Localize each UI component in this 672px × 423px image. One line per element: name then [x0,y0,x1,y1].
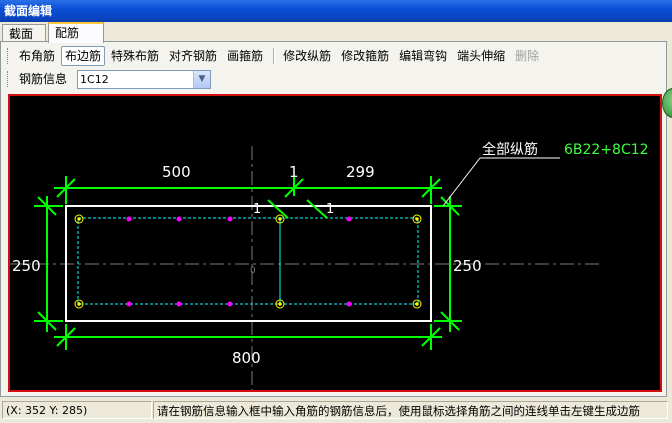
toolbar-separator [273,48,276,64]
rebar-side[interactable] [346,216,352,222]
dim-inner-right[interactable]: 1 [326,202,334,217]
dim-left[interactable]: 250 [12,257,41,275]
rebar-info-value: 1C12 [80,72,109,86]
rebar-side[interactable] [126,216,132,222]
origin-label: 0 [250,266,256,276]
stirrup-left[interactable] [77,217,281,305]
leader-value[interactable]: 6B22+8C12 [564,142,649,158]
dimension-lines [34,176,462,350]
dim-top-left[interactable]: 500 [162,163,191,181]
window-title: 截面编辑 [4,4,53,18]
tab-strip: 截面 配筋 [0,22,672,43]
status-message: 请在钢筋信息输入框中输入角筋的钢筋信息后，使用鼠标选择角筋之间的连线单击左键生成… [153,401,668,419]
dim-top-mid[interactable]: 1 [289,163,299,181]
dim-right[interactable]: 250 [453,257,482,275]
rebar-toolbar: 布角筋 布边筋 特殊布筋 对齐钢筋 画箍筋 修改纵筋 修改箍筋 编辑弯钩 端头伸… [7,45,545,67]
tab-reinforcement[interactable]: 配筋 [48,22,104,43]
special-bar-button[interactable]: 特殊布筋 [107,46,163,66]
corner-bar-button[interactable]: 布角筋 [15,46,59,66]
align-bar-button[interactable]: 对齐钢筋 [165,46,221,66]
edit-longitudinal-button[interactable]: 修改纵筋 [279,46,335,66]
delete-button[interactable]: 删除 [511,46,543,66]
toolbar-grip[interactable] [7,48,11,64]
status-bar: (X: 352 Y: 285) 请在钢筋信息输入框中输入角筋的钢筋信息后，使用鼠… [0,399,672,423]
section-drawing: 0 500 1 299 1 1 250 250 800 全部纵筋 6B22+8C… [10,141,649,390]
corner-bars[interactable] [74,214,422,309]
dim-inner-left[interactable]: 1 [253,202,261,217]
edit-stirrup-button[interactable]: 修改箍筋 [337,46,393,66]
rebar-side[interactable] [227,301,233,307]
rebar-side[interactable] [176,301,182,307]
dim-bottom[interactable]: 800 [232,349,261,367]
chevron-down-icon[interactable]: ▼ [193,70,211,88]
draw-stirrup-button[interactable]: 画箍筋 [223,46,267,66]
rebar-info-toolbar: 钢筋信息 1C12 ▼ [7,68,212,90]
dim-top-right[interactable]: 299 [346,163,375,181]
drawing-canvas[interactable]: 0 500 1 299 1 1 250 250 800 全部纵筋 6B22+8C… [8,94,662,392]
rebar-info-label: 钢筋信息 [19,72,68,86]
end-stretch-button[interactable]: 端头伸缩 [453,46,509,66]
leader-label[interactable]: 全部纵筋 [482,141,538,158]
side-bars[interactable] [126,216,352,307]
rebar-info-select[interactable]: 1C12 ▼ [77,69,212,89]
edit-hook-button[interactable]: 编辑弯钩 [395,46,451,66]
leader-line [442,157,481,207]
toolbar-grip[interactable] [7,71,11,87]
coordinate-readout: (X: 352 Y: 285) [2,401,152,419]
tab-section[interactable]: 截面 [2,24,46,42]
rebar-side[interactable] [227,216,233,222]
rebar-side[interactable] [346,301,352,307]
side-bar-button[interactable]: 布边筋 [61,46,106,66]
rebar-side[interactable] [126,301,132,307]
stirrup-right[interactable] [279,217,419,305]
window-title-bar: 截面编辑 [0,0,672,22]
rebar-side[interactable] [176,216,182,222]
